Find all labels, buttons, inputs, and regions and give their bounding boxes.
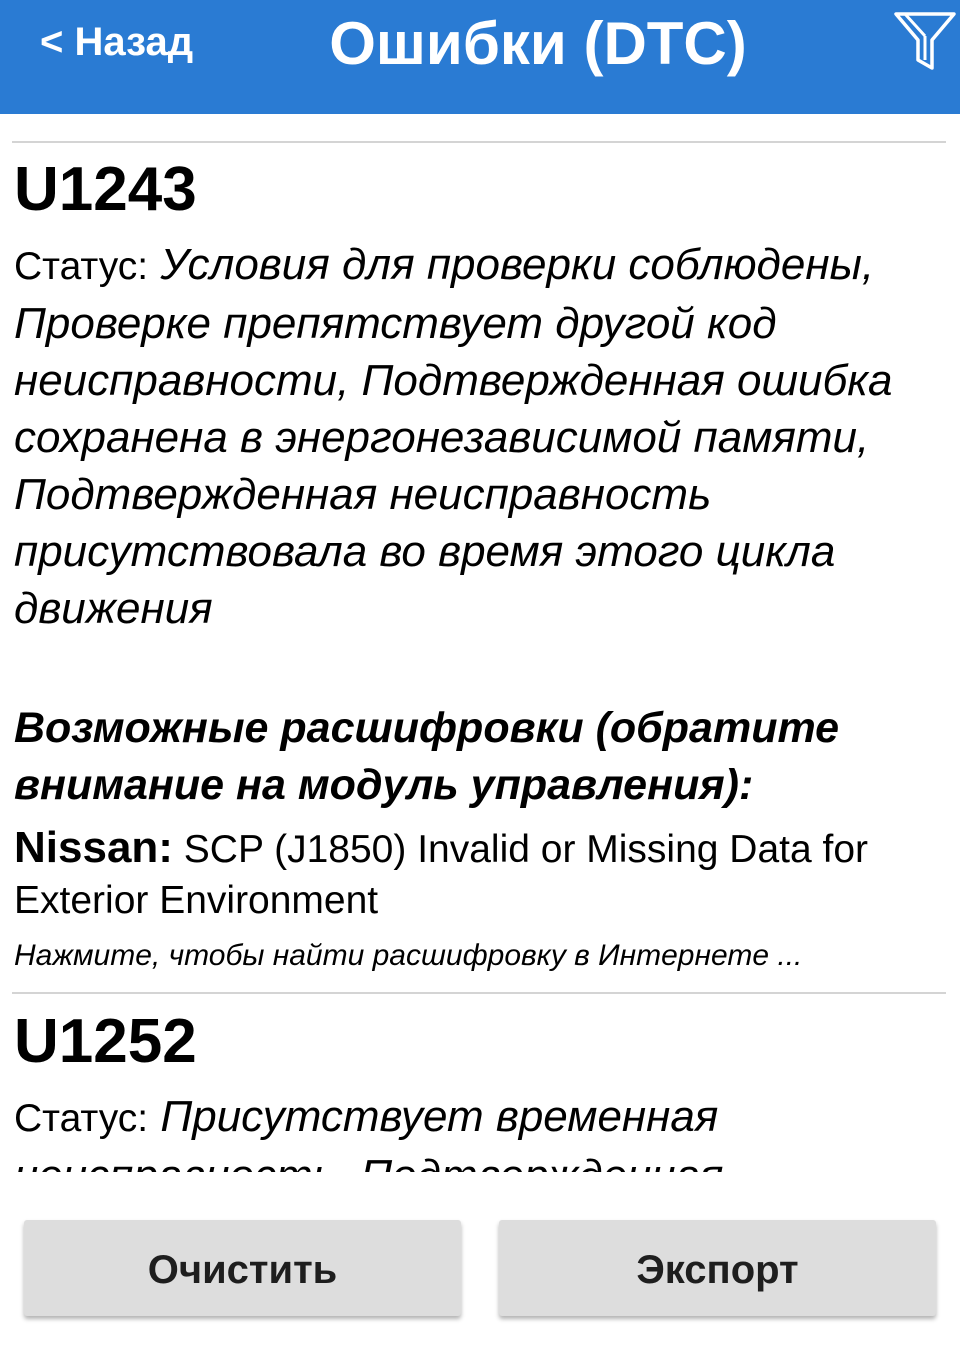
dtc-code: U1252 — [14, 1007, 197, 1076]
decode-make: Nissan: — [14, 823, 173, 872]
divider — [12, 141, 946, 143]
action-bar: Очистить Экспорт — [0, 1172, 960, 1360]
dtc-status: Статус: Присутствует временная неисправн… — [14, 1088, 944, 1172]
search-online-link[interactable]: Нажмите, чтобы найти расшифровку в Интер… — [14, 936, 944, 976]
decode-entry: Nissan: SCP (J1850) Invalid or Missing D… — [14, 822, 944, 926]
app-header: < Назад Ошибки (DTC) — [0, 0, 960, 114]
export-button[interactable]: Экспорт — [499, 1220, 936, 1316]
page-title: Ошибки (DTC) — [329, 10, 747, 77]
divider — [12, 992, 946, 994]
dtc-code: U1243 — [14, 155, 197, 224]
back-button[interactable]: < Назад — [40, 14, 193, 70]
dtc-status: Статус: Условия для проверки соблюдены, … — [14, 236, 944, 637]
decode-heading: Возможные расшифровки (обратите внимание… — [14, 704, 840, 809]
filter-funnel-icon — [894, 12, 956, 70]
status-value: Условия для проверки соблюдены, Проверке… — [14, 240, 893, 633]
status-label: Статус: — [14, 245, 149, 288]
status-label: Статус: — [14, 1097, 149, 1140]
dtc-list[interactable]: U1243 Статус: Условия для проверки соблю… — [0, 114, 960, 1172]
filter-button[interactable] — [892, 6, 958, 76]
clear-button[interactable]: Очистить — [24, 1220, 461, 1316]
